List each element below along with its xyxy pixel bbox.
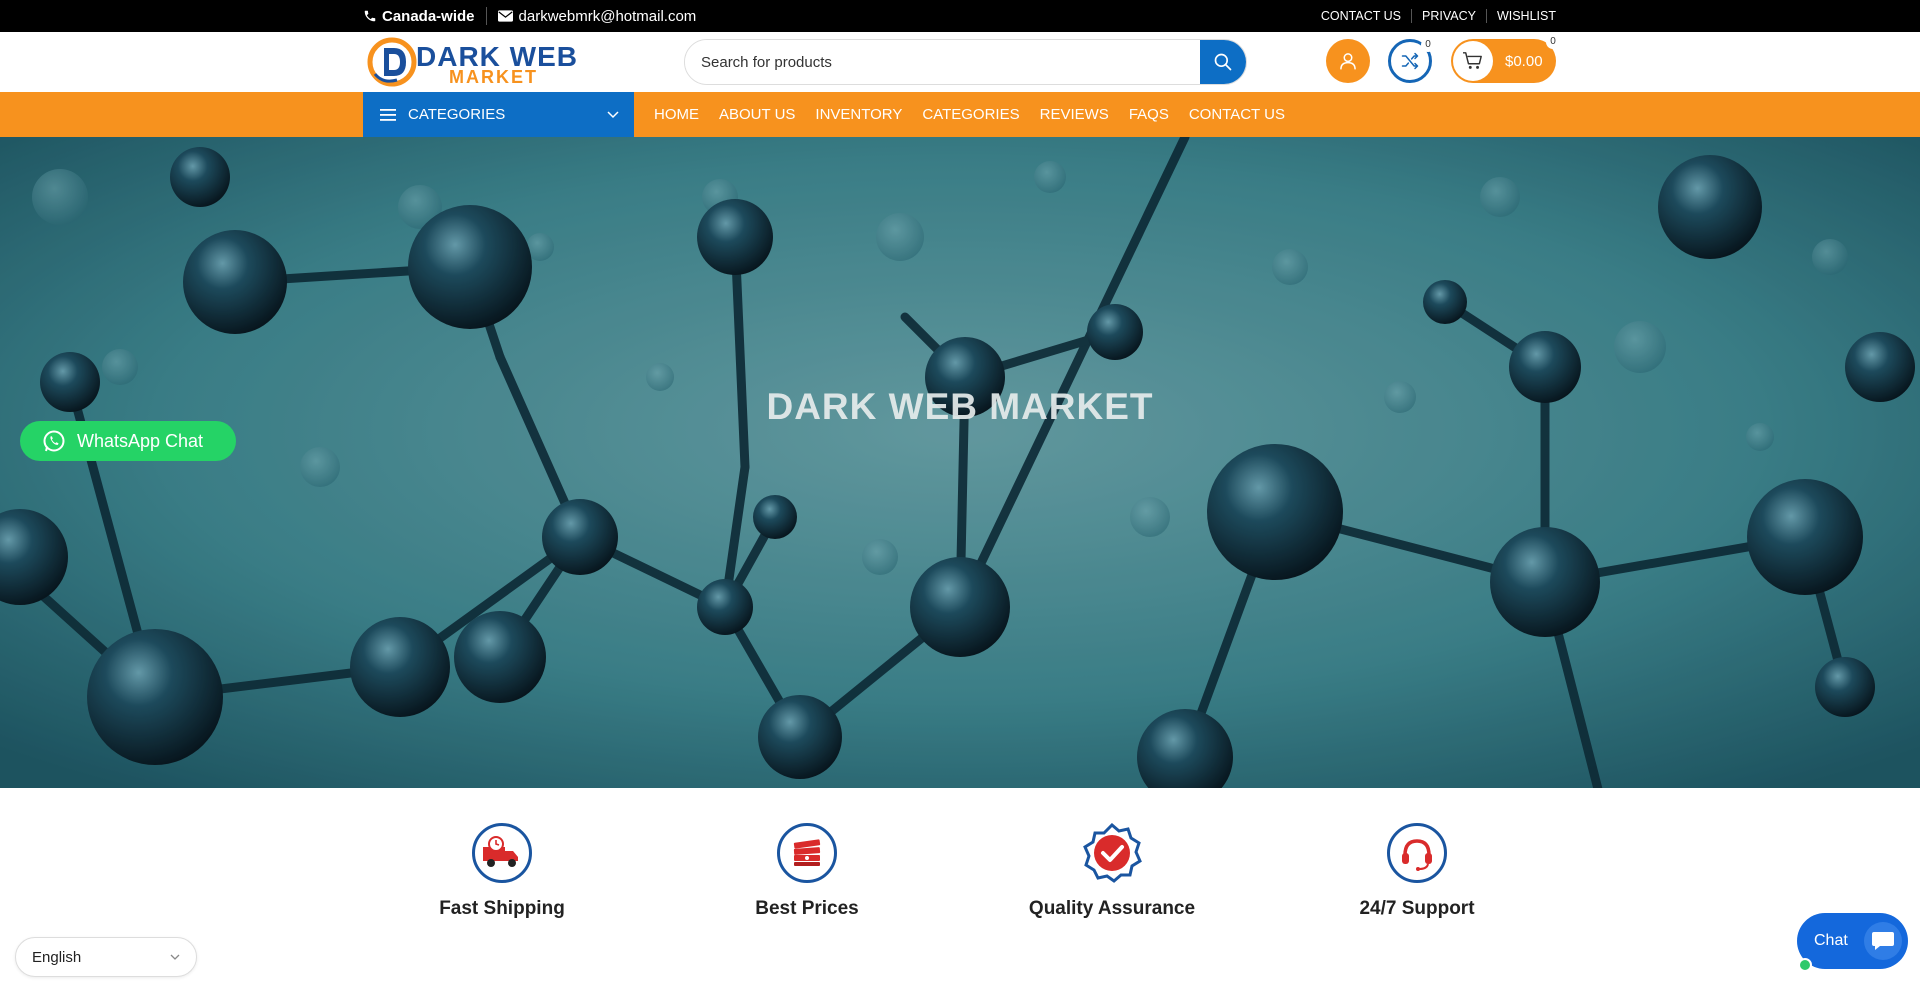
compare-count-badge: 0 (1421, 38, 1435, 52)
search-button[interactable] (1200, 40, 1246, 84)
feature-24-7-support: 24/7 Support (1307, 823, 1527, 920)
cart-button[interactable]: $0.00 0 (1451, 35, 1560, 83)
email-link[interactable]: darkwebmrk@hotmail.com (497, 7, 697, 25)
feature-icon-wrap (1387, 823, 1447, 883)
chat-bubble-icon (1872, 932, 1894, 950)
top-bar-links: CONTACT US PRIVACY WISHLIST (1311, 0, 1556, 32)
top-link-contact-us[interactable]: CONTACT US (1311, 9, 1411, 23)
check-badge-icon (1083, 823, 1142, 883)
top-bar: Canada-wide darkwebmrk@hotmail.com CONTA… (0, 0, 1920, 32)
logo-graphic: DARK WEB MARKET (367, 37, 577, 87)
nav-link-faqs[interactable]: FAQS (1119, 106, 1179, 123)
cart-icon-wrap (1453, 41, 1493, 81)
chat-label: Chat (1814, 932, 1848, 949)
hero-molecule-background (0, 137, 1920, 788)
money-stack-icon (793, 839, 821, 866)
whatsapp-label: WhatsApp Chat (77, 430, 204, 451)
nav-link-about-us[interactable]: ABOUT US (709, 106, 805, 123)
truck-icon (483, 836, 518, 867)
chevron-down-icon (170, 954, 180, 960)
feature-quality-assurance: Quality Assurance (1002, 823, 1222, 920)
feature-label: Best Prices (755, 898, 859, 919)
categories-dropdown-button[interactable]: CATEGORIES (363, 92, 634, 137)
feature-best-prices: Best Prices (697, 823, 917, 920)
language-selector[interactable]: English (15, 937, 197, 977)
logo-line2: MARKET (449, 67, 538, 87)
nav-link-reviews[interactable]: REVIEWS (1030, 106, 1119, 123)
phone-text: Canada-wide (382, 7, 475, 25)
top-bar-contact: Canada-wide darkwebmrk@hotmail.com (363, 0, 696, 32)
compare-button[interactable]: 0 (1388, 38, 1435, 83)
feature-label: Fast Shipping (439, 898, 565, 919)
chat-widget-button[interactable]: Chat (1797, 913, 1908, 972)
features-section: Fast Shipping Best Prices Quality Assura… (0, 788, 1920, 993)
nav-links: HOME ABOUT US INVENTORY CATEGORIES REVIE… (644, 92, 1295, 137)
search-bar (684, 39, 1247, 85)
shuffle-icon (1401, 52, 1419, 70)
search-icon (1214, 53, 1232, 71)
cart-icon (1463, 52, 1482, 69)
hero-title: DARK WEB MARKET (766, 386, 1154, 427)
feature-icon-wrap (777, 823, 837, 883)
hero-banner: DARK WEB MARKET (0, 137, 1920, 788)
divider (485, 7, 487, 25)
site-header: DARK WEB MARKET 0 $0.00 0 (0, 32, 1920, 92)
phone-icon (364, 10, 376, 22)
top-link-privacy[interactable]: PRIVACY (1411, 9, 1486, 23)
nav-link-inventory[interactable]: INVENTORY (805, 106, 912, 123)
nav-link-categories[interactable]: CATEGORIES (912, 106, 1029, 123)
top-link-wishlist[interactable]: WISHLIST (1485, 9, 1556, 23)
headset-icon (1402, 839, 1432, 871)
email-text: darkwebmrk@hotmail.com (518, 7, 697, 25)
phone-info: Canada-wide (363, 8, 475, 25)
chat-bubble-wrap (1864, 922, 1902, 960)
user-icon (1340, 53, 1356, 70)
feature-label: 24/7 Support (1359, 898, 1475, 919)
feature-label: Quality Assurance (1028, 898, 1196, 919)
chevron-down-icon (607, 110, 619, 118)
feature-icon-wrap (472, 823, 532, 883)
whatsapp-chat-button[interactable]: WhatsApp Chat (20, 421, 236, 461)
cart-count-badge: 0 (1546, 35, 1560, 49)
feature-icon-wrap (1082, 823, 1142, 883)
account-button[interactable] (1326, 39, 1370, 83)
cart-amount: $0.00 (1505, 52, 1543, 70)
feature-fast-shipping: Fast Shipping (392, 823, 612, 920)
site-logo[interactable]: DARK WEB MARKET (367, 36, 607, 88)
categories-label: CATEGORIES (408, 106, 506, 123)
language-selected: English (32, 948, 82, 966)
nav-link-contact-us[interactable]: CONTACT US (1179, 106, 1295, 123)
whatsapp-icon (43, 430, 65, 452)
envelope-icon (497, 10, 513, 22)
main-nav: CATEGORIES HOME ABOUT US INVENTORY CATEG… (0, 92, 1920, 137)
online-status-dot (1798, 958, 1812, 972)
search-input[interactable] (685, 40, 1200, 84)
nav-link-home[interactable]: HOME (644, 106, 709, 123)
hamburger-icon (380, 108, 396, 121)
